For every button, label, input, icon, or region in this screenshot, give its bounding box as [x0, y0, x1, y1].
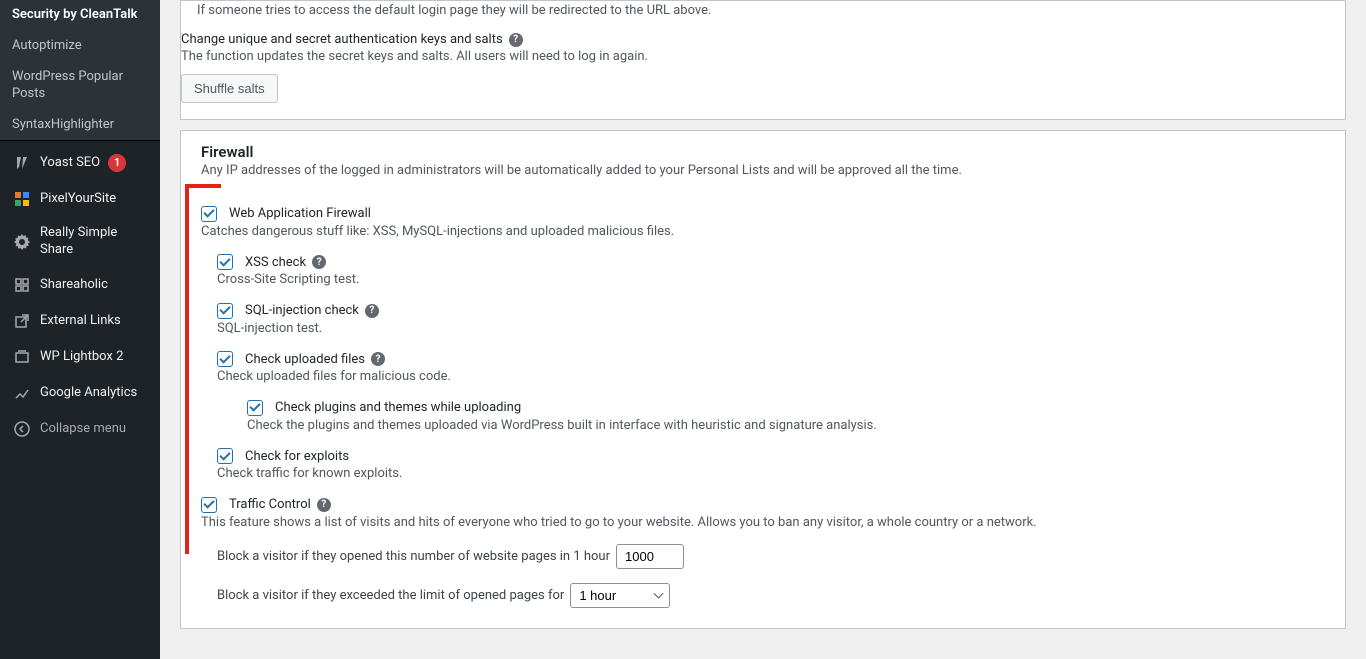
plugins-checkbox[interactable] [247, 400, 263, 416]
block-time-label: Block a visitor if they exceeded the lim… [217, 588, 564, 603]
firewall-subtitle: Any IP addresses of the logged in admini… [201, 163, 1325, 178]
firewall-title: Firewall [201, 143, 1325, 161]
traffic-checkbox-row[interactable]: Traffic Control ? [201, 497, 331, 513]
auth-keys-desc: The function updates the secret keys and… [181, 49, 1325, 64]
yoast-badge: 1 [108, 154, 126, 172]
sidebar-item-syntaxhighlighter[interactable]: SyntaxHighlighter [0, 110, 160, 141]
pixel-icon [12, 189, 32, 209]
exploits-desc: Check traffic for known exploits. [217, 466, 1325, 481]
help-icon[interactable]: ? [312, 255, 326, 269]
sidebar-item-google-analytics[interactable]: Google Analytics [0, 375, 160, 411]
sidebar-item-yoast-seo[interactable]: Yoast SEO 1 [0, 145, 160, 181]
external-icon [12, 311, 32, 331]
admin-sidebar: Security by CleanTalk Autoptimize WordPr… [0, 0, 160, 659]
sql-checkbox[interactable] [217, 303, 233, 319]
xss-checkbox-row[interactable]: XSS check ? [217, 254, 326, 270]
sidebar-item-collapse-menu[interactable]: Collapse menu [0, 411, 160, 447]
waf-desc: Catches dangerous stuff like: XSS, MySQL… [201, 224, 1325, 239]
exploits-checkbox[interactable] [217, 448, 233, 464]
auth-keys-label: Change unique and secret authentication … [181, 32, 523, 47]
plugins-desc: Check the plugins and themes uploaded vi… [247, 418, 1325, 433]
traffic-desc: This feature shows a list of visits and … [201, 515, 1325, 530]
sql-desc: SQL-injection test. [217, 321, 1325, 336]
lightbox-icon [12, 347, 32, 367]
sidebar-item-autoptimize[interactable]: Autoptimize [0, 31, 160, 62]
plugins-checkbox-row[interactable]: Check plugins and themes while uploading [247, 400, 521, 416]
firewall-card: Firewall Any IP addresses of the logged … [180, 130, 1346, 629]
sidebar-item-wp-popular-posts[interactable]: WordPress Popular Posts [0, 62, 160, 110]
main-content: If someone tries to access the default l… [160, 0, 1366, 659]
waf-checkbox-row[interactable]: Web Application Firewall [201, 206, 371, 222]
uploads-checkbox-row[interactable]: Check uploaded files ? [217, 351, 385, 367]
red-annotation: Web Application Firewall Catches dangero… [201, 204, 1325, 530]
shuffle-salts-button[interactable]: Shuffle salts [181, 74, 278, 103]
xss-desc: Cross-Site Scripting test. [217, 272, 1325, 287]
sidebar-item-shareaholic[interactable]: Shareaholic [0, 267, 160, 303]
block-time-select[interactable]: 1 hour [570, 583, 670, 608]
sidebar-item-pixelyoursite[interactable]: PixelYourSite [0, 181, 160, 217]
help-icon[interactable]: ? [317, 498, 331, 512]
collapse-icon [12, 419, 32, 439]
sidebar-item-external-links[interactable]: External Links [0, 303, 160, 339]
uploads-desc: Check uploaded files for malicious code. [217, 369, 1325, 384]
help-icon[interactable]: ? [509, 33, 523, 47]
miscellaneous-card: If someone tries to access the default l… [180, 0, 1346, 120]
block-pages-input[interactable] [616, 544, 684, 569]
sidebar-item-security-cleantalk[interactable]: Security by CleanTalk [0, 0, 160, 31]
exploits-checkbox-row[interactable]: Check for exploits [217, 448, 349, 464]
help-icon[interactable]: ? [365, 304, 379, 318]
uploads-checkbox[interactable] [217, 351, 233, 367]
waf-checkbox[interactable] [201, 206, 217, 222]
help-icon[interactable]: ? [371, 352, 385, 366]
block-pages-label: Block a visitor if they opened this numb… [217, 549, 610, 564]
xss-checkbox[interactable] [217, 254, 233, 270]
analytics-icon [12, 383, 32, 403]
sidebar-item-wp-lightbox[interactable]: WP Lightbox 2 [0, 339, 160, 375]
gear-icon [12, 232, 32, 252]
redirect-desc: If someone tries to access the default l… [197, 3, 1325, 18]
share-icon [12, 275, 32, 295]
traffic-checkbox[interactable] [201, 497, 217, 513]
sql-checkbox-row[interactable]: SQL-injection check ? [217, 303, 379, 319]
yoast-icon [12, 153, 32, 173]
sidebar-item-really-simple-share[interactable]: Really Simple Share [0, 217, 160, 267]
